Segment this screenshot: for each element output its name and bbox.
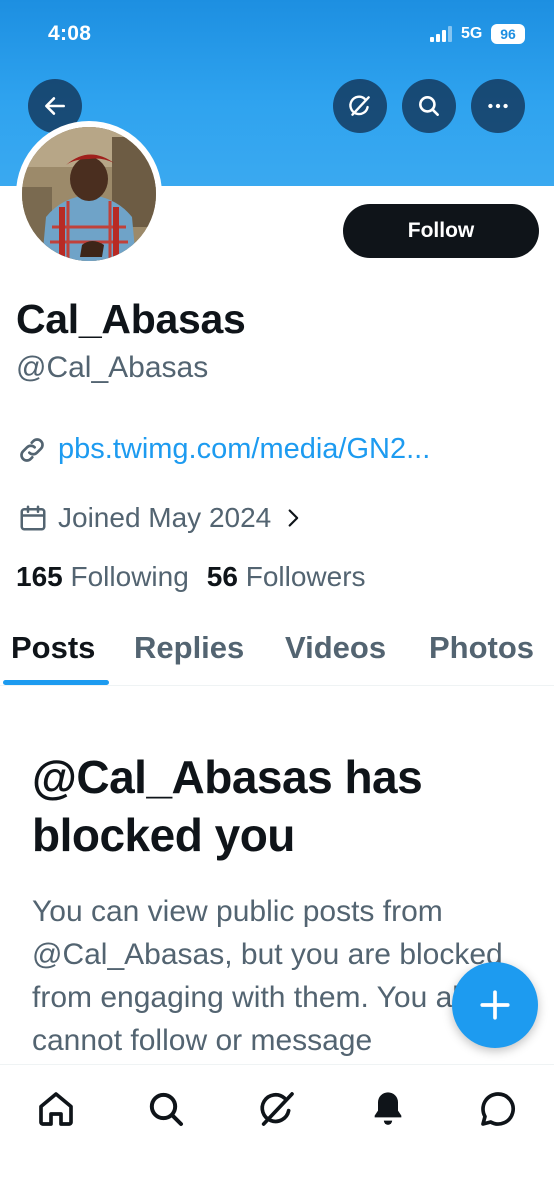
battery-level: 96 — [491, 24, 525, 44]
search-icon — [419, 96, 439, 116]
grok-button[interactable] — [333, 79, 387, 133]
follow-button[interactable]: Follow — [343, 204, 539, 258]
slash-circle-icon — [349, 95, 370, 116]
blocked-message: You can view public posts from @Cal_Abas… — [32, 895, 503, 1057]
avatar-photo — [22, 127, 156, 261]
status-time: 4:08 — [48, 22, 92, 45]
compose-post-button[interactable] — [452, 962, 538, 1048]
arrow-left-icon — [45, 97, 65, 115]
tab-videos[interactable]: Videos — [285, 630, 386, 666]
tab-photos[interactable]: Photos — [429, 630, 534, 666]
joined-date-text: Joined May 2024 — [58, 502, 272, 533]
link-icon — [20, 437, 44, 462]
following-count: 165 — [16, 561, 63, 592]
messages-icon[interactable] — [478, 1089, 518, 1129]
joined-date[interactable]: Joined May 2024 — [18, 502, 303, 534]
user-handle: @Cal_Abasas — [16, 351, 209, 384]
more-button[interactable] — [471, 79, 525, 133]
bottom-navigation — [0, 1064, 554, 1199]
display-name: Cal_Abasas — [16, 296, 246, 342]
blocked-title: @Cal_Abasas has blocked you — [32, 751, 423, 861]
search-button[interactable] — [402, 79, 456, 133]
profile-link[interactable]: pbs.twimg.com/media/GN2... — [16, 433, 430, 466]
plus-icon — [480, 990, 510, 1020]
grok-icon[interactable] — [257, 1089, 297, 1129]
profile-link-text[interactable]: pbs.twimg.com/media/GN2... — [58, 433, 430, 466]
search-icon[interactable] — [146, 1089, 186, 1129]
active-tab-indicator — [3, 680, 109, 685]
followers-link[interactable]: 56 Followers — [207, 561, 366, 592]
avatar[interactable] — [16, 121, 162, 267]
signal-icon — [430, 26, 454, 42]
following-link[interactable]: 165 Following — [16, 561, 189, 592]
followers-count: 56 — [206, 561, 238, 592]
profile-tabs: Posts Replies Videos Photos — [0, 612, 554, 686]
more-icon — [488, 103, 508, 109]
chevron-right-icon — [288, 509, 299, 527]
notifications-bell-icon[interactable] — [368, 1089, 408, 1129]
tab-replies[interactable]: Replies — [134, 630, 244, 666]
calendar-icon — [20, 505, 46, 531]
network-type: 5G — [461, 25, 483, 42]
followers-label: Followers — [245, 561, 366, 592]
tab-posts[interactable]: Posts — [11, 630, 95, 666]
home-icon[interactable] — [36, 1089, 76, 1129]
following-label: Following — [70, 561, 189, 592]
follow-stats: 165 Following 56 Followers — [16, 561, 366, 593]
